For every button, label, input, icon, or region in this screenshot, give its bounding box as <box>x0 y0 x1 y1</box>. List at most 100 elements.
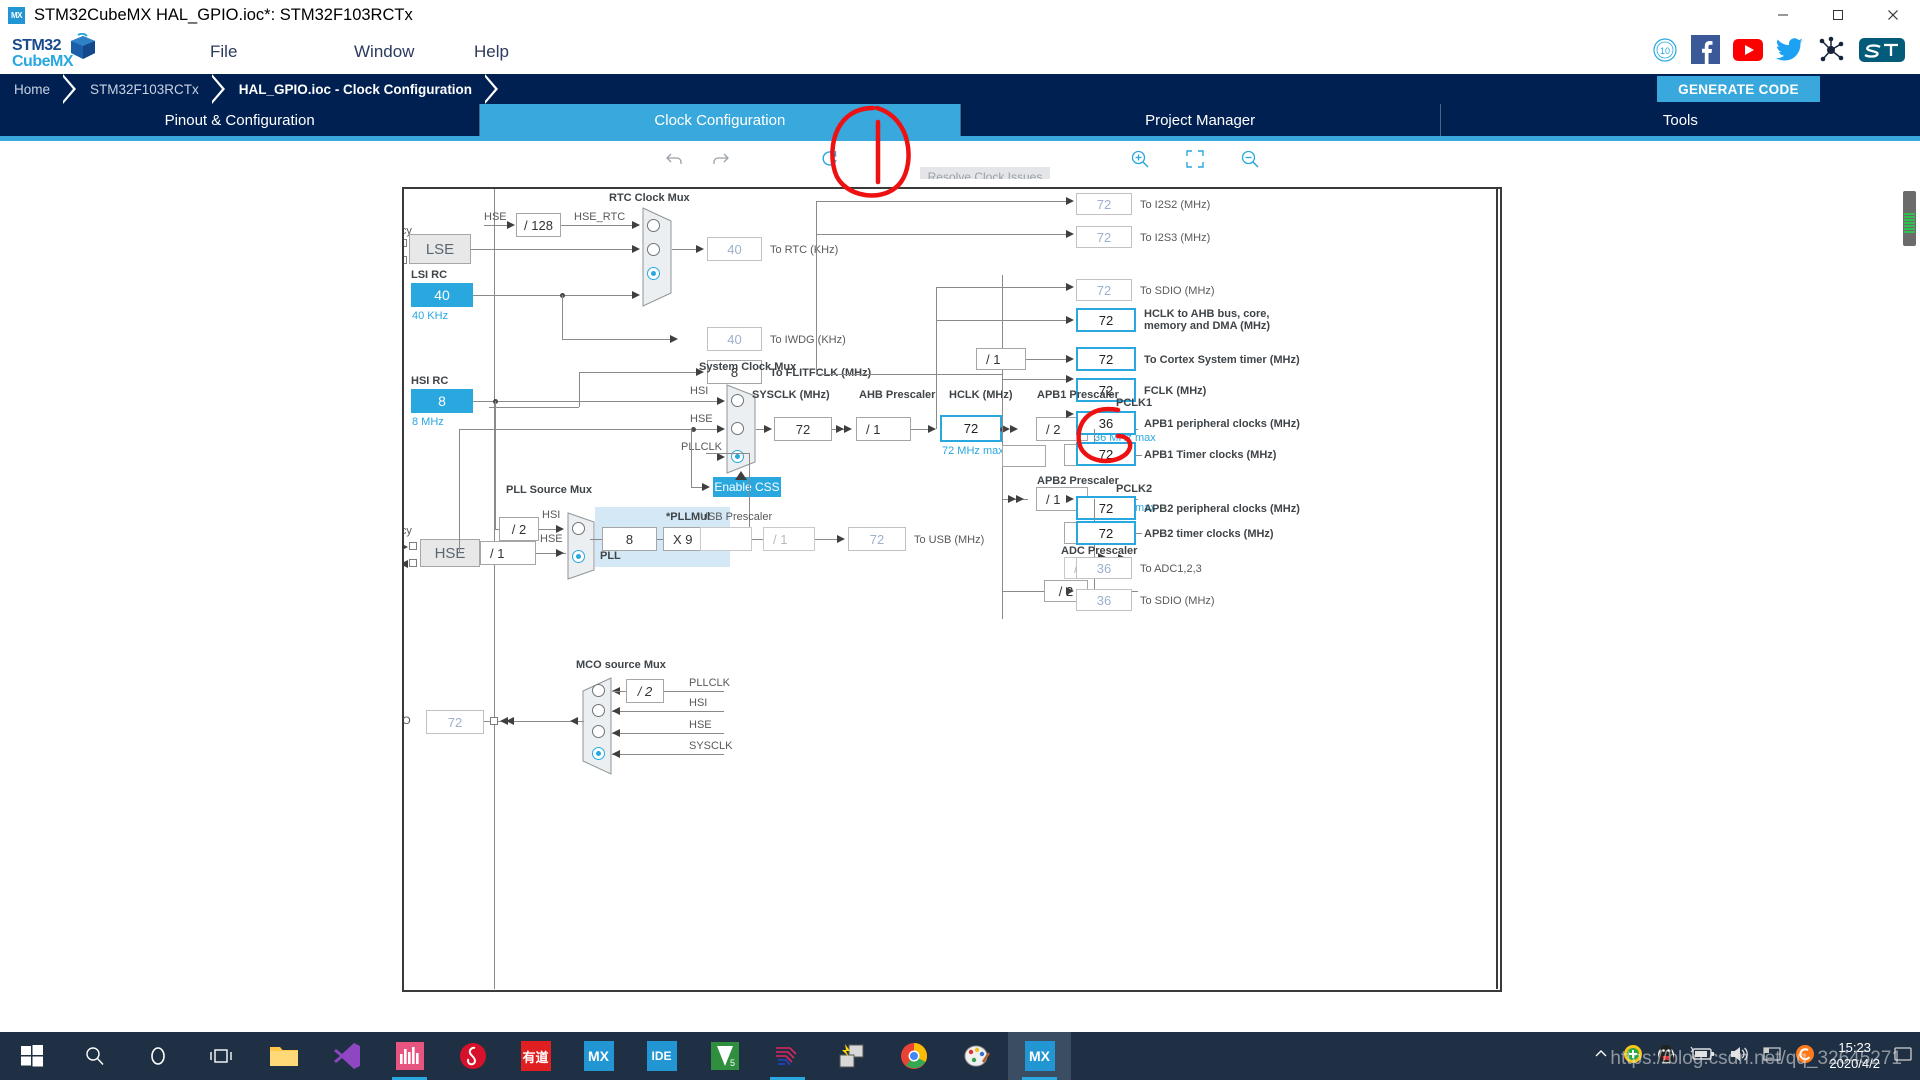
pll-hsi-divider[interactable]: / 2 <box>499 517 539 541</box>
show-hidden-icons-icon[interactable] <box>1593 1046 1609 1067</box>
mco-option-hse[interactable] <box>592 725 605 738</box>
to-rtc-value[interactable]: 40 <box>707 237 762 261</box>
pll-src-option-hsi[interactable] <box>572 522 585 535</box>
apb2-timer-value[interactable]: 72 <box>1076 521 1136 545</box>
sysmux-option-hsi[interactable] <box>731 394 744 407</box>
taskbar-app-file-explorer[interactable] <box>252 1032 315 1080</box>
tab-tools[interactable]: Tools <box>1441 104 1920 136</box>
twitter-icon[interactable] <box>1775 37 1804 67</box>
sogou-input-icon[interactable] <box>1795 1044 1815 1069</box>
pll-input-value[interactable]: 8 <box>602 527 657 551</box>
mco-output-value[interactable]: 72 <box>426 710 484 734</box>
security-shield-icon[interactable] <box>1623 1044 1643 1069</box>
to-usb-value[interactable]: 72 <box>848 527 906 551</box>
st-logo-icon[interactable] <box>1858 35 1906 70</box>
hclk-value[interactable]: 72 <box>940 415 1002 442</box>
tab-clock-configuration[interactable]: Clock Configuration <box>480 104 961 136</box>
apb2-peripheral-value[interactable]: 72 <box>1076 496 1136 520</box>
apb2-arrow-2 <box>1016 495 1024 503</box>
breadcrumb-item-mcu[interactable]: STM32F103RCTx <box>76 82 199 97</box>
scrollbar-thumb[interactable] <box>1903 191 1916 246</box>
hse-rtc-divider[interactable]: / 128 <box>516 213 561 237</box>
cortex-divider-select[interactable]: / 1 <box>976 348 1026 370</box>
ahb-prescaler-select[interactable]: / 1 <box>856 417 911 441</box>
community-icon[interactable] <box>1817 36 1845 69</box>
input-method-icon[interactable] <box>1763 1045 1781 1068</box>
taskbar-app-ide[interactable]: IDE <box>630 1032 693 1080</box>
facebook-icon[interactable] <box>1691 35 1720 69</box>
pll-src-option-hse[interactable] <box>572 550 585 563</box>
taskbar-app-netease-music[interactable] <box>441 1032 504 1080</box>
menu-item-window[interactable]: Window <box>354 42 474 62</box>
vertical-scrollbar[interactable] <box>1901 179 1918 869</box>
close-button[interactable] <box>1865 0 1920 30</box>
rtc-mux-option-lsi[interactable] <box>647 267 660 280</box>
hclk-ahb-value[interactable]: 72 <box>1076 308 1136 332</box>
menu-item-file[interactable]: File <box>210 42 354 62</box>
fit-to-screen-icon[interactable] <box>1185 149 1205 174</box>
to-adc-value[interactable]: 36 <box>1076 557 1132 579</box>
anniversary-10-icon[interactable]: 10 <box>1652 37 1678 68</box>
taskbar-app-chrome[interactable] <box>882 1032 945 1080</box>
lsi-rc-value[interactable]: 40 <box>411 283 473 307</box>
youtube-icon[interactable] <box>1733 38 1763 66</box>
tab-pinout-configuration[interactable]: Pinout & Configuration <box>0 104 481 136</box>
undo-icon[interactable] <box>665 149 685 174</box>
to-i2s2-value[interactable]: 72 <box>1076 193 1132 215</box>
cortana-button[interactable] <box>126 1032 189 1080</box>
taskbar-app-youdao-dict[interactable]: 有道 <box>504 1032 567 1080</box>
hsi-rc-value[interactable]: 8 <box>411 389 473 413</box>
zoom-in-icon[interactable] <box>1130 149 1150 174</box>
notification-icon[interactable] <box>1894 1045 1912 1068</box>
mco-pllclk-divider[interactable]: / 2 <box>626 679 664 703</box>
maximize-button[interactable] <box>1810 0 1865 30</box>
to-sdio-bottom-value[interactable]: 36 <box>1076 589 1132 611</box>
usb-prescaler-select[interactable]: / 1 <box>763 527 815 551</box>
redo-icon[interactable] <box>710 149 730 174</box>
sysmux-option-pllclk[interactable] <box>731 450 744 463</box>
mco-option-pllclk[interactable] <box>592 684 605 697</box>
to-sdio-top-value[interactable]: 72 <box>1076 279 1132 301</box>
search-button[interactable] <box>63 1032 126 1080</box>
taskbar-app-altium-designer[interactable] <box>756 1032 819 1080</box>
menu-item-help[interactable]: Help <box>474 42 509 62</box>
start-button[interactable] <box>0 1032 63 1080</box>
battery-icon[interactable] <box>1689 1046 1715 1067</box>
clock-tree-diagram: Input frequency 32.768 0-1000 KHz LSE LS… <box>402 187 1502 992</box>
taskbar-app-stm32cubemx[interactable]: MX <box>567 1032 630 1080</box>
hsi-rc-label: HSI RC <box>411 375 449 387</box>
sysclk-value[interactable]: 72 <box>774 417 832 441</box>
taskbar-clock[interactable]: 15:23 2020/4/2 <box>1829 1040 1880 1072</box>
apb1-timer-value[interactable]: 72 <box>1076 442 1136 466</box>
tab-project-manager[interactable]: Project Manager <box>961 104 1441 136</box>
hsi-rc-unit: 8 MHz <box>412 416 444 428</box>
taskbar-app-stm32cubemx-active[interactable]: MX <box>1008 1032 1071 1080</box>
taskbar-app-vscode-insiders[interactable]: 5 <box>693 1032 756 1080</box>
taskbar-app-remote-desktop[interactable] <box>819 1032 882 1080</box>
cortex-timer-value[interactable]: 72 <box>1076 347 1136 371</box>
volume-icon[interactable] <box>1729 1045 1749 1068</box>
apb1-peripheral-value[interactable]: 36 <box>1076 411 1136 435</box>
mco-option-sysclk[interactable] <box>592 747 605 760</box>
zoom-out-icon[interactable] <box>1240 149 1260 174</box>
lse-oscillator[interactable]: LSE <box>409 234 471 264</box>
hse-oscillator[interactable]: HSE <box>420 539 480 567</box>
mco-option-hsi[interactable] <box>592 704 605 717</box>
task-view-button[interactable] <box>189 1032 252 1080</box>
to-iwdg-value[interactable]: 40 <box>707 327 762 351</box>
rtc-mux-option-hse-rtc[interactable] <box>647 219 660 232</box>
qq-icon[interactable] <box>1657 1044 1675 1069</box>
rtc-out-arrow <box>696 245 704 253</box>
taskbar-app-visual-studio[interactable] <box>315 1032 378 1080</box>
minimize-button[interactable] <box>1755 0 1810 30</box>
sysmux-option-hse[interactable] <box>731 422 744 435</box>
generate-code-button[interactable]: GENERATE CODE <box>1657 76 1820 102</box>
rtc-mux-option-lse[interactable] <box>647 243 660 256</box>
hsi-pll-drop <box>495 401 496 529</box>
breadcrumb-item-home[interactable]: Home <box>0 82 50 97</box>
hse-divider-select[interactable]: / 1 <box>480 541 536 565</box>
taskbar-app-audio[interactable] <box>378 1032 441 1080</box>
to-i2s3-value[interactable]: 72 <box>1076 226 1132 248</box>
taskbar-app-paint[interactable] <box>945 1032 1008 1080</box>
refresh-icon[interactable] <box>820 149 840 174</box>
